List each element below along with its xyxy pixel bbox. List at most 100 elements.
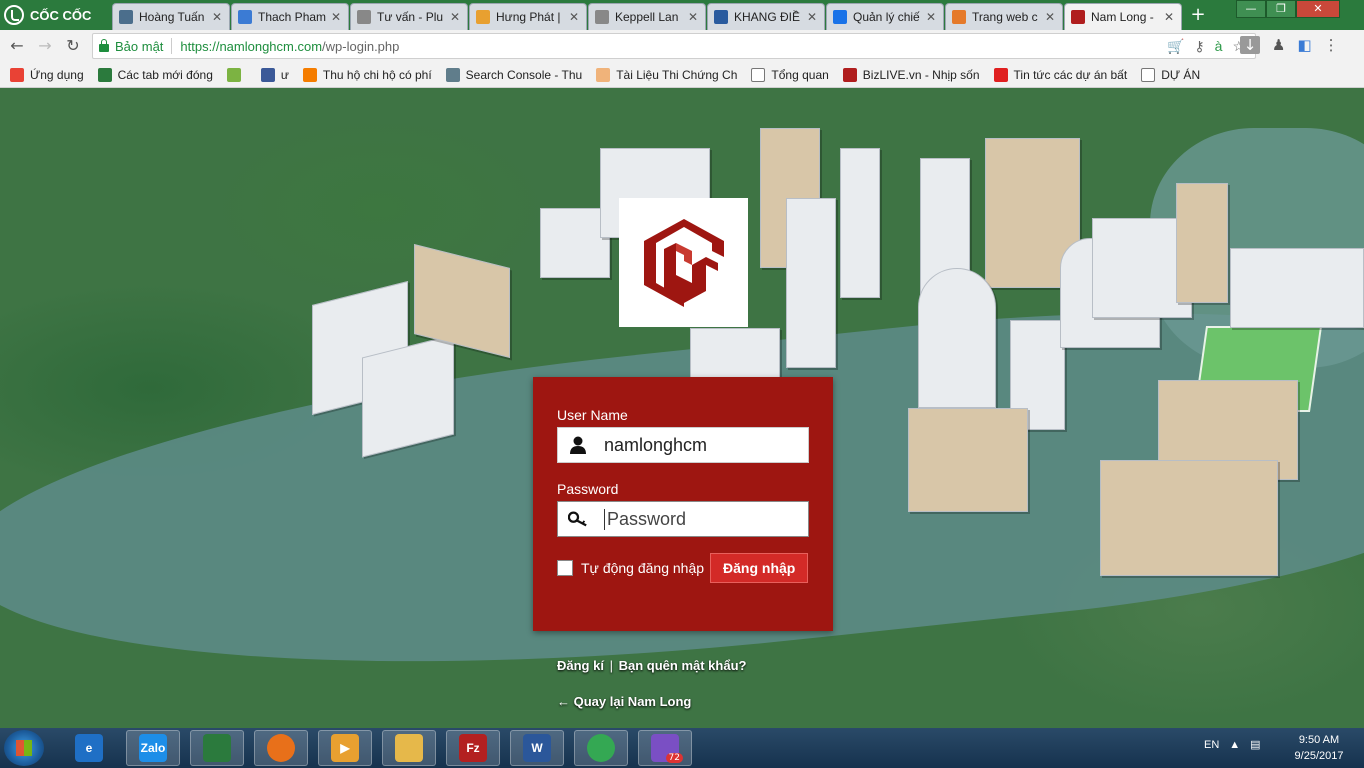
tab-close-icon[interactable]: ✕: [687, 10, 699, 24]
history-icon: [97, 67, 112, 82]
namlong-logo-icon: [643, 218, 724, 307]
bookmark-item[interactable]: Tổng quan: [751, 67, 829, 82]
taskbar-app-media-player[interactable]: ▶: [318, 730, 372, 766]
download-icon[interactable]: ↓: [1240, 36, 1260, 54]
tab-favicon-icon: [714, 10, 728, 24]
language-indicator[interactable]: EN: [1204, 739, 1219, 751]
browser-tab[interactable]: Thach Pham ✕: [231, 3, 349, 30]
browser-tab[interactable]: Hoàng Tuấn ✕: [112, 3, 230, 30]
tray-expand-icon[interactable]: ▲: [1229, 739, 1240, 751]
address-bar[interactable]: Bảo mật https://namlonghcm.com/wp-login.…: [92, 33, 1256, 59]
building: [690, 328, 780, 378]
username-field[interactable]: namlonghcm: [557, 427, 809, 463]
register-link[interactable]: Đăng kí: [557, 658, 604, 673]
network-icon[interactable]: ▤: [1250, 738, 1260, 751]
taskbar-app-viber[interactable]: 72: [638, 730, 692, 766]
password-field[interactable]: Password: [557, 501, 809, 537]
key-icon[interactable]: ⚷: [1194, 38, 1204, 55]
coc-coc-icon: [203, 734, 231, 762]
building: [1100, 460, 1278, 576]
user-icon[interactable]: ♟: [1272, 36, 1285, 54]
bookmark-label: Các tab mới đóng: [117, 67, 213, 82]
brand-label: CỐC CỐC: [30, 7, 92, 23]
tab-title: KHANG ĐIỀ: [734, 10, 801, 24]
bookmark-label: Tài Liệu Thi Chứng Ch: [616, 67, 738, 82]
taskbar-app-file-explorer[interactable]: [382, 730, 436, 766]
forward-button[interactable]: →: [36, 37, 54, 55]
minimize-button[interactable]: —: [1236, 0, 1266, 18]
tower: [840, 148, 880, 298]
link-separator: |: [609, 658, 613, 673]
menu-icon[interactable]: ⋮: [1324, 36, 1339, 54]
remember-checkbox[interactable]: [557, 560, 573, 576]
bookmark-label: Tin tức các dự án bất: [1013, 67, 1128, 82]
close-window-button[interactable]: ✕: [1296, 0, 1340, 18]
login-button[interactable]: Đăng nhập: [710, 553, 809, 583]
clock-time: 9:50 AM: [1298, 734, 1340, 746]
facebook-icon: [260, 67, 275, 82]
taskbar-app-chrome[interactable]: [574, 730, 628, 766]
clock[interactable]: 9:50 AM 9/25/2017: [1286, 732, 1352, 764]
url-host: https://namlonghcm.com: [180, 38, 323, 54]
browser-tab[interactable]: Hưng Phát | ✕: [469, 3, 587, 30]
divider: [171, 38, 173, 54]
bookmark-item[interactable]: Ứng dụng: [10, 67, 84, 82]
taskbar-app-coc-coc[interactable]: [190, 730, 244, 766]
remember-label[interactable]: Tự động đăng nhập: [581, 560, 704, 576]
bookmark-item[interactable]: [226, 67, 247, 82]
bookmark-item[interactable]: ư: [260, 67, 289, 82]
bookmark-item[interactable]: BizLIVE.vn - Nhịp sốn: [842, 67, 980, 82]
key-icon: [568, 509, 588, 529]
tab-close-icon[interactable]: ✕: [806, 10, 818, 24]
tab-close-icon[interactable]: ✕: [211, 10, 223, 24]
tab-close-icon[interactable]: ✕: [925, 10, 937, 24]
start-button[interactable]: [4, 730, 44, 766]
extension-icon[interactable]: ◧: [1297, 36, 1311, 54]
bookmark-item[interactable]: DỰ ÁN: [1141, 67, 1200, 82]
browser-tab[interactable]: Nam Long - ✕: [1064, 3, 1182, 30]
taskbar-app-zalo[interactable]: Zalo: [126, 730, 180, 766]
browser-tab[interactable]: Tư vấn - Plu ✕: [350, 3, 468, 30]
coccoc-brand[interactable]: CỐC CỐC: [0, 0, 112, 30]
tab-close-icon[interactable]: ✕: [1163, 10, 1175, 24]
tab-favicon-icon: [833, 10, 847, 24]
maximize-button[interactable]: ❐: [1266, 0, 1296, 18]
bookmark-item[interactable]: Search Console - Thu: [445, 67, 582, 82]
tab-favicon-icon: [595, 10, 609, 24]
taskbar-app-filezilla[interactable]: Fz: [446, 730, 500, 766]
reload-button[interactable]: ↻: [64, 37, 82, 55]
tab-close-icon[interactable]: ✕: [568, 10, 580, 24]
tower: [918, 268, 996, 408]
taskbar-app-firefox[interactable]: [254, 730, 308, 766]
auth-links: Đăng kí | Bạn quên mật khẩu?: [557, 658, 746, 673]
bookmark-item[interactable]: Các tab mới đóng: [97, 67, 213, 82]
browser-tab[interactable]: Quản lý chiế ✕: [826, 3, 944, 30]
tab-title: Thach Pham: [258, 10, 327, 24]
translate-icon[interactable]: à: [1215, 38, 1223, 55]
bizlive-icon: [842, 67, 857, 82]
tab-title: Hoàng Tuấn: [139, 10, 205, 24]
taskbar-app-word[interactable]: W: [510, 730, 564, 766]
browser-tab[interactable]: Keppell Lan ✕: [588, 3, 706, 30]
tab-favicon-icon: [357, 10, 371, 24]
tab-close-icon[interactable]: ✕: [330, 10, 342, 24]
bookmark-item[interactable]: Tài Liệu Thi Chứng Ch: [596, 67, 738, 82]
back-to-site-link[interactable]: ← Quay lại Nam Long: [557, 694, 691, 709]
bookmark-item[interactable]: Thu hộ chi hộ có phí: [302, 67, 432, 82]
lost-password-link[interactable]: Bạn quên mật khẩu?: [619, 658, 747, 673]
bookmark-item[interactable]: Tin tức các dự án bất: [993, 67, 1128, 82]
cart-icon[interactable]: 🛒: [1167, 38, 1184, 55]
tab-favicon-icon: [952, 10, 966, 24]
tab-favicon-icon: [476, 10, 490, 24]
browser-tab[interactable]: KHANG ĐIỀ ✕: [707, 3, 825, 30]
tab-close-icon[interactable]: ✕: [1044, 10, 1056, 24]
check-icon: [226, 67, 241, 82]
browser-tab[interactable]: Trang web c ✕: [945, 3, 1063, 30]
page-icon: [1141, 67, 1156, 82]
back-button[interactable]: ←: [8, 37, 26, 55]
search-console-icon: [445, 67, 460, 82]
tab-close-icon[interactable]: ✕: [449, 10, 461, 24]
building: [1230, 248, 1364, 328]
new-tab-button[interactable]: +: [1188, 6, 1208, 24]
taskbar-app-internet-explorer[interactable]: e: [62, 730, 116, 766]
